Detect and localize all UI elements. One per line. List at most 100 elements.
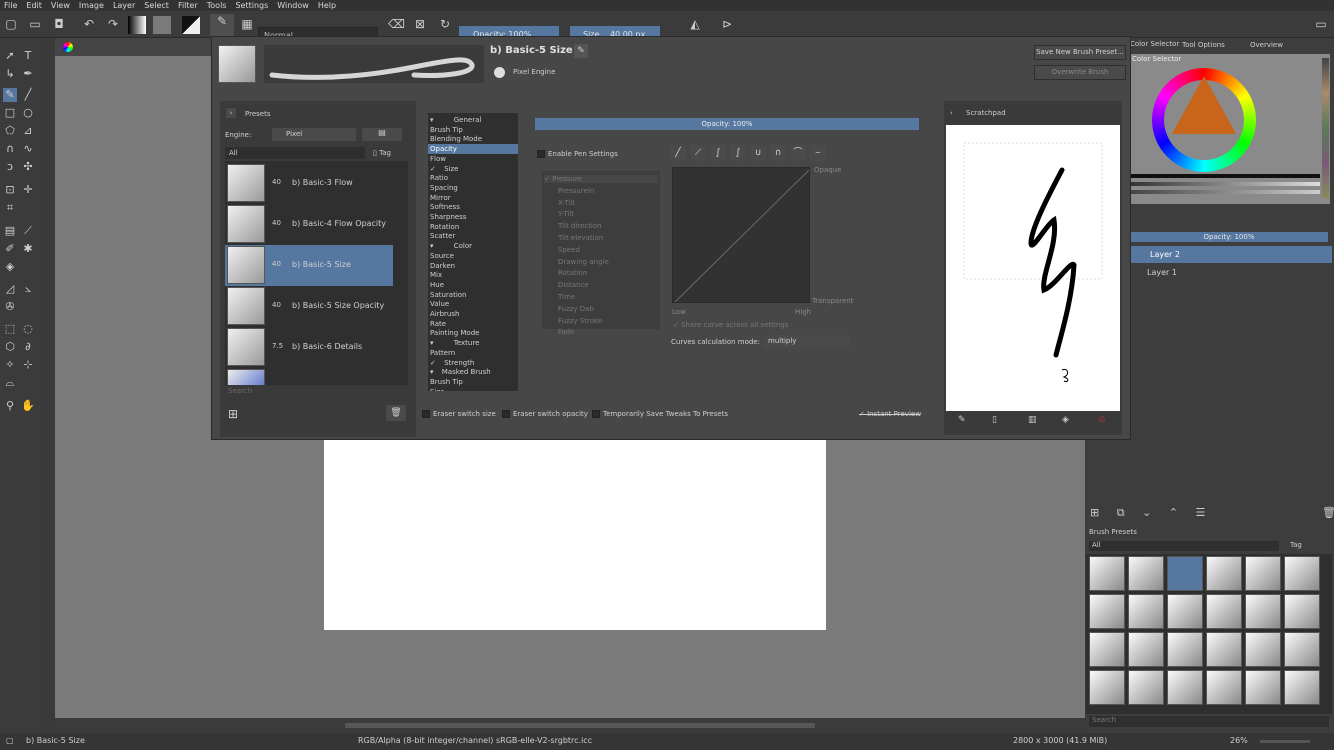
sensor-item[interactable]: ✓ Pressure — [544, 175, 658, 183]
fill-tool-icon[interactable]: ◈ — [3, 260, 17, 274]
brush-preset-thumb[interactable] — [1089, 556, 1125, 591]
ellipse-tool-icon[interactable]: ○ — [21, 106, 35, 120]
line-tool-icon[interactable]: ╱ — [21, 88, 35, 102]
brush-option-item[interactable]: Opacity — [428, 144, 518, 155]
gradient-fill-icon[interactable]: ▥ — [1028, 415, 1037, 425]
window-icon[interactable]: ▭ — [1314, 17, 1328, 31]
brush-option-item[interactable]: Ratio — [428, 173, 518, 183]
smart-patch-icon[interactable]: ✱ — [21, 242, 35, 256]
preset-row[interactable] — [225, 368, 393, 385]
brush-option-item[interactable]: Saturation — [428, 290, 518, 300]
menu-item[interactable]: Tools — [207, 1, 227, 10]
brush-preset-thumb[interactable] — [1128, 632, 1164, 667]
brush-option-item[interactable]: Darken — [428, 261, 518, 271]
brush-option-item[interactable]: Scatter — [428, 231, 518, 241]
reference-tool-icon[interactable]: ✇ — [3, 300, 17, 314]
rectangle-tool-icon[interactable]: □ — [3, 106, 17, 120]
brush-option-item[interactable]: Source — [428, 251, 518, 261]
temp-save-checkbox[interactable] — [592, 410, 600, 418]
brush-option-item[interactable]: Blending Mode — [428, 134, 518, 144]
edit-shapes-icon[interactable]: ↳ — [3, 67, 17, 81]
crop-icon[interactable]: ⌗ — [3, 201, 17, 215]
sensor-item[interactable]: Distance — [558, 281, 589, 289]
sensor-item[interactable]: Fuzzy Stroke — [558, 317, 602, 325]
curve-arch-icon[interactable]: ∩ — [770, 145, 786, 161]
brush-preset-thumb[interactable] — [1089, 632, 1125, 667]
instant-preview-option[interactable]: ✓ Instant Preview — [859, 410, 921, 418]
rect-select-icon[interactable]: ⬚ — [3, 322, 17, 336]
preset-row[interactable]: 40 b) Basic-3 Flow — [225, 163, 393, 204]
add-preset-icon[interactable]: ⊞ — [228, 407, 238, 421]
brush-preset-thumb[interactable] — [1206, 594, 1242, 629]
select-shapes-icon[interactable]: ➚ — [3, 49, 17, 63]
canvas-page[interactable] — [324, 440, 826, 630]
preset-row[interactable]: 40 b) Basic-5 Size Opacity — [225, 286, 393, 327]
sensor-item[interactable]: PressureIn — [558, 187, 594, 195]
menu-item[interactable]: File — [4, 1, 17, 10]
add-layer-icon[interactable]: ⊞ — [1090, 506, 1099, 519]
brush-option-item[interactable]: Painting Mode — [428, 328, 518, 338]
sensor-item[interactable]: Tilt elevation — [558, 234, 603, 242]
preset-tag-button[interactable]: ▯ Tag — [373, 149, 391, 157]
alpha-lock-icon[interactable]: ⊠ — [413, 17, 427, 31]
move-up-icon[interactable]: ⌃ — [1169, 506, 1178, 519]
curve-s-icon[interactable]: ∫ — [710, 145, 726, 161]
sensor-item[interactable]: Y-Tilt — [558, 210, 574, 218]
share-curve-option[interactable]: ✓ Share curve across all settings — [673, 321, 788, 329]
brush-option-item[interactable]: ▾ General — [428, 115, 518, 125]
sensor-item[interactable]: Fade — [558, 328, 574, 336]
brush-preset-button[interactable]: ✎ — [210, 14, 234, 36]
ellipse-select-icon[interactable]: ◌ — [21, 322, 35, 336]
brush-preset-thumb[interactable] — [1167, 670, 1203, 705]
multibrush-icon[interactable]: ✣ — [21, 160, 35, 174]
brush-preset-thumb[interactable] — [1128, 556, 1164, 591]
brush-preset-thumb[interactable] — [1284, 670, 1320, 705]
brush-option-item[interactable]: ▾ Color — [428, 241, 518, 251]
brush-option-item[interactable]: Brush Tip — [428, 125, 518, 135]
sensor-item[interactable]: Rotation — [558, 269, 587, 277]
similar-select-icon[interactable]: ⊹ — [21, 358, 35, 372]
brush-preset-thumb[interactable] — [1089, 670, 1125, 705]
brush-option-item[interactable]: ▾ Masked Brush — [428, 367, 518, 377]
gradient-swatch[interactable] — [128, 16, 146, 34]
fill-bucket-icon[interactable]: ◈ — [1062, 415, 1069, 425]
brush-option-item[interactable]: Rotation — [428, 222, 518, 232]
status-brush-icon[interactable]: ▢ — [6, 736, 14, 745]
pan-icon[interactable]: ✋ — [21, 399, 35, 413]
sensor-item[interactable]: Speed — [558, 246, 580, 254]
preset-row[interactable]: 40 b) Basic-4 Flow Opacity — [225, 204, 393, 245]
preset-row[interactable]: 40 b) Basic-5 Size — [225, 245, 393, 286]
bezier-tool-icon[interactable]: ∩ — [3, 142, 17, 156]
undo-icon[interactable]: ↶ — [82, 17, 96, 31]
fg-bg-color-icon[interactable] — [182, 16, 200, 34]
new-document-icon[interactable]: ▢ — [4, 17, 18, 31]
tab-overview[interactable]: Overview — [1250, 41, 1283, 49]
brush-option-item[interactable]: Size — [428, 387, 518, 391]
brush-option-item[interactable]: Brush Tip — [428, 377, 518, 387]
polygon-tool-icon[interactable]: ⬠ — [3, 124, 17, 138]
delete-layer-icon[interactable]: 🗑 — [1322, 506, 1334, 519]
eraser-size-checkbox[interactable] — [422, 410, 430, 418]
brush-option-item[interactable]: Flow — [428, 154, 518, 164]
scratchpad-chevron-icon[interactable]: ‹ — [950, 109, 953, 117]
brush-option-item[interactable]: Value — [428, 299, 518, 309]
freehand-select-icon[interactable]: ∂ — [21, 340, 35, 354]
preset-search-input[interactable]: Search — [225, 387, 408, 398]
polygon-select-icon[interactable]: ⬡ — [3, 340, 17, 354]
opacity-bar[interactable]: Opacity: 100% — [535, 118, 919, 130]
clear-icon[interactable]: ▯ — [992, 415, 997, 425]
brush-preset-thumb[interactable] — [1128, 594, 1164, 629]
brush-option-item[interactable]: Softness — [428, 202, 518, 212]
colorize-mask-icon[interactable]: ✐ — [3, 242, 17, 256]
curve-reverse-s-icon[interactable]: ∫ — [730, 145, 746, 161]
save-icon[interactable]: ◘ — [52, 17, 66, 31]
measure-tool-icon[interactable]: ⦣ — [21, 282, 35, 296]
curve-linear-icon[interactable]: ╱ — [670, 145, 686, 161]
brush-option-item[interactable]: ▾ Texture — [428, 338, 518, 348]
menu-item[interactable]: View — [51, 1, 70, 10]
gradient-tool-icon[interactable]: ▤ — [3, 224, 17, 238]
menu-item[interactable]: Help — [318, 1, 336, 10]
curves-mode-select[interactable]: multiply — [764, 335, 850, 348]
polyline-tool-icon[interactable]: ⊿ — [21, 124, 35, 138]
freehand-brush-icon[interactable]: ✎ — [3, 88, 17, 102]
